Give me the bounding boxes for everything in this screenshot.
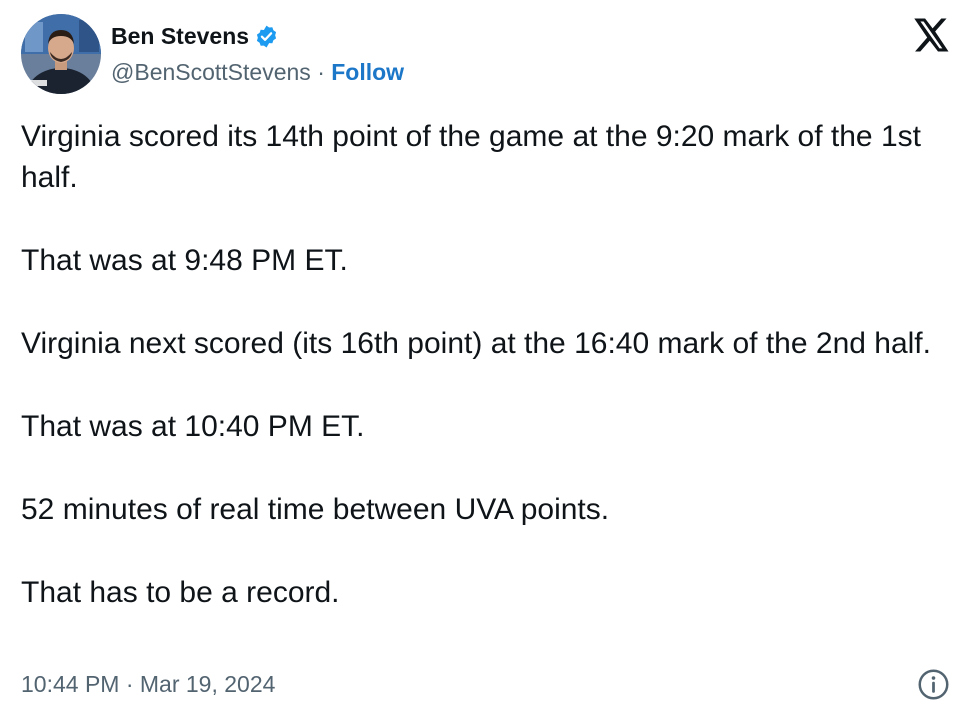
info-icon[interactable] — [917, 668, 950, 701]
tweet-paragraph: That was at 9:48 PM ET. — [21, 244, 348, 277]
avatar[interactable] — [21, 14, 101, 94]
x-logo-icon[interactable] — [914, 18, 950, 52]
handle-separator: · — [317, 59, 325, 85]
verified-badge-icon — [254, 24, 279, 49]
tweet-timestamp[interactable]: 10:44 PM · Mar 19, 2024 — [21, 670, 275, 698]
author-handle[interactable]: @BenScottStevens — [111, 59, 311, 85]
tweet-paragraph: Virginia next scored (its 16th point) at… — [21, 327, 931, 360]
handle-row: @BenScottStevens · Follow — [111, 58, 404, 86]
tweet-paragraph: That was at 10:40 PM ET. — [21, 410, 365, 443]
tweet-body: Virginia scored its 14th point of the ga… — [21, 116, 961, 655]
author-name[interactable]: Ben Stevens — [111, 22, 279, 50]
tweet-paragraph: Virginia scored its 14th point of the ga… — [21, 120, 921, 194]
tweet-paragraph: That has to be a record. — [21, 576, 340, 609]
follow-button[interactable]: Follow — [331, 59, 404, 85]
tweet-paragraph: 52 minutes of real time between UVA poin… — [21, 493, 610, 526]
tweet-card: Ben Stevens @BenScottStevens · Follow Vi… — [0, 0, 976, 714]
author-name-text: Ben Stevens — [111, 23, 250, 49]
